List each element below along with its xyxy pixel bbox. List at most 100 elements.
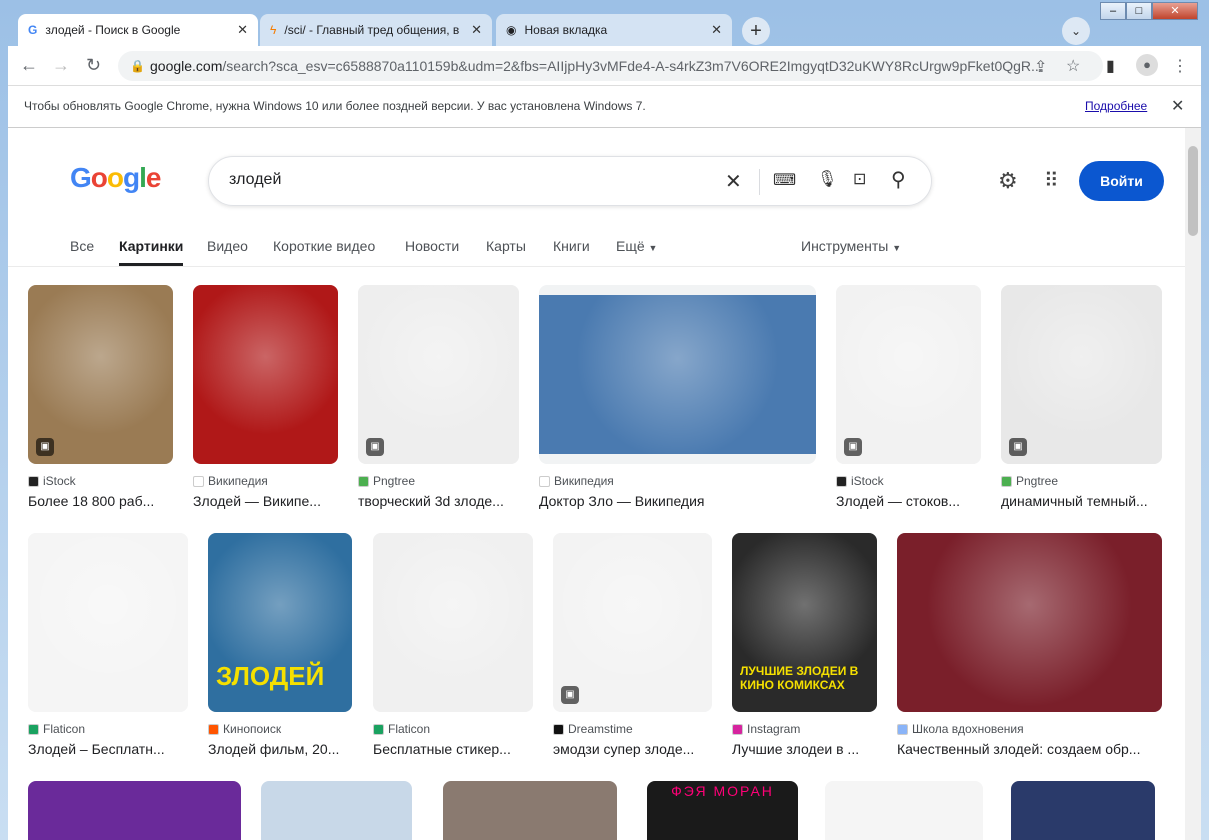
side-panel-icon[interactable]: ▮ (1106, 56, 1115, 76)
thumbnail[interactable] (193, 285, 338, 464)
image-result[interactable]: ▣ Dreamstime эмодзи супер злоде... (553, 533, 712, 757)
chrome-icon: ◉ (506, 23, 517, 37)
result-title[interactable]: Злодей – Бесплатн... (28, 741, 188, 757)
clear-icon[interactable]: ✕ (725, 169, 742, 194)
image-result[interactable]: ФЭЯ МОРАН (647, 781, 798, 840)
image-result[interactable]: ▣ iStock Злодей — стоков... (836, 285, 981, 509)
tab-google[interactable]: G злодей - Поиск в Google ✕ (18, 14, 258, 46)
close-tab-icon[interactable]: ✕ (237, 22, 248, 38)
thumbnail[interactable]: ▣ (28, 285, 173, 464)
google-logo[interactable]: Google (70, 162, 161, 194)
reload-button[interactable]: ↻ (86, 55, 101, 76)
result-title[interactable]: эмодзи супер злоде... (553, 741, 712, 757)
result-title[interactable]: творческий 3d злоде... (358, 493, 519, 509)
scrollbar[interactable] (1185, 128, 1201, 840)
tab-shorts[interactable]: Короткие видео (273, 238, 375, 254)
thumbnail[interactable]: ▣ (836, 285, 981, 464)
image-result[interactable]: Flaticon Злодей – Бесплатн... (28, 533, 188, 757)
settings-gear-icon[interactable]: ⚙ (998, 168, 1018, 194)
scrollbar-thumb[interactable] (1188, 146, 1198, 236)
back-button[interactable]: ← (20, 55, 38, 76)
lightning-icon: ϟ (270, 23, 277, 37)
tab-video[interactable]: Видео (207, 238, 248, 254)
tab-more[interactable]: Ещё ▼ (616, 238, 657, 254)
image-result[interactable] (261, 781, 412, 840)
profile-avatar[interactable]: ● (1136, 54, 1158, 76)
thumbnail[interactable] (897, 533, 1162, 712)
forward-button[interactable]: → (52, 55, 70, 76)
thumbnail-image (358, 285, 519, 464)
result-title[interactable]: Злодей — стоков... (836, 493, 981, 509)
tab-search-button[interactable]: ⌄ (1062, 17, 1090, 45)
thumbnail-image (1001, 285, 1162, 464)
close-tab-icon[interactable]: ✕ (711, 22, 722, 38)
thumbnail-image (193, 285, 338, 464)
image-result[interactable]: ▣ Pngtree динамичный темный... (1001, 285, 1162, 509)
dropdown-arrow-icon: ▼ (648, 243, 658, 253)
image-result[interactable] (443, 781, 617, 840)
tab-new[interactable]: ◉ Новая вкладка ✕ (496, 14, 732, 46)
lens-icon[interactable]: ⊡ (853, 169, 866, 189)
result-title[interactable]: Более 18 800 раб... (28, 493, 173, 509)
address-bar[interactable]: 🔒 google.com/search?sca_esv=c6588870a110… (118, 51, 1103, 81)
thumbnail-image (28, 533, 188, 712)
tab-maps[interactable]: Карты (486, 238, 526, 254)
new-tab-button[interactable]: + (742, 17, 770, 45)
image-result[interactable]: ▣ iStock Более 18 800 раб... (28, 285, 173, 509)
image-result[interactable] (825, 781, 983, 840)
result-title[interactable]: Злодей фильм, 20... (208, 741, 352, 757)
tools-button[interactable]: Инструменты ▼ (801, 238, 901, 254)
thumbnail[interactable]: ▣ (358, 285, 519, 464)
result-title[interactable]: Качественный злодей: создаем обр... (897, 741, 1162, 757)
microphone-icon[interactable]: 🎙 (817, 169, 837, 189)
source-favicon (553, 723, 564, 735)
minimize-button[interactable]: – (1100, 2, 1126, 20)
menu-icon[interactable]: ⋮ (1172, 56, 1188, 76)
image-result[interactable]: Википедия Доктор Зло — Википедия (539, 285, 816, 509)
tab-sci[interactable]: ϟ /sci/ - Главный тред общения, в ✕ (260, 14, 492, 46)
tab-books[interactable]: Книги (553, 238, 590, 254)
source-favicon (358, 475, 369, 487)
image-icon: ▣ (1009, 438, 1027, 456)
search-icon[interactable]: ⚲ (891, 167, 906, 192)
learn-more-link[interactable]: Подробнее (1085, 99, 1147, 113)
thumbnail[interactable]: ЛУЧШИЕ ЗЛОДЕИ В КИНО КОМИКСАХ (732, 533, 877, 712)
keyboard-icon[interactable]: ⌨ (773, 170, 796, 190)
tab-images[interactable]: Картинки (119, 238, 184, 266)
thumbnail[interactable]: ▣ (553, 533, 712, 712)
tab-news[interactable]: Новости (405, 238, 459, 254)
image-result[interactable]: Школа вдохновения Качественный злодей: с… (897, 533, 1162, 757)
signin-button[interactable]: Войти (1079, 161, 1164, 201)
image-result[interactable]: Flaticon Бесплатные стикер... (373, 533, 533, 757)
result-title[interactable]: динамичный темный... (1001, 493, 1162, 509)
source-favicon (193, 475, 204, 487)
image-result[interactable] (1011, 781, 1155, 840)
close-infobar-icon[interactable]: ✕ (1171, 96, 1184, 116)
source-favicon (1001, 475, 1012, 487)
share-icon[interactable]: ⇪ (1034, 57, 1047, 77)
bookmark-star-icon[interactable]: ☆ (1066, 56, 1080, 76)
search-input[interactable]: злодей (229, 171, 281, 189)
thumbnail[interactable]: ▣ (1001, 285, 1162, 464)
result-title[interactable]: Злодей — Википе... (193, 493, 338, 509)
image-result[interactable]: ▣ Pngtree творческий 3d злоде... (358, 285, 519, 509)
maximize-button[interactable]: □ (1126, 2, 1152, 20)
image-result[interactable]: ЗЛОДЕЙ Кинопоиск Злодей фильм, 20... (208, 533, 352, 757)
thumbnail[interactable]: ЗЛОДЕЙ (208, 533, 352, 712)
close-window-button[interactable]: ✕ (1152, 2, 1198, 20)
search-box[interactable]: злодей ✕ ⌨ 🎙 ⊡ ⚲ (208, 156, 932, 206)
result-title[interactable]: Бесплатные стикер... (373, 741, 533, 757)
thumbnail-image (373, 533, 533, 712)
thumbnail[interactable] (28, 533, 188, 712)
result-title[interactable]: Доктор Зло — Википедия (539, 493, 816, 509)
image-result[interactable]: ЛУЧШИЕ ЗЛОДЕИ В КИНО КОМИКСАХ Instagram … (732, 533, 877, 757)
tab-all[interactable]: Все (70, 238, 94, 254)
thumbnail[interactable] (539, 285, 816, 464)
result-title[interactable]: Лучшие злодеи в ... (732, 741, 877, 757)
apps-grid-icon[interactable]: ⠿ (1044, 168, 1059, 193)
image-result[interactable]: Википедия Злодей — Википе... (193, 285, 338, 509)
lock-icon: 🔒 (130, 59, 145, 73)
thumbnail[interactable] (373, 533, 533, 712)
close-tab-icon[interactable]: ✕ (471, 22, 482, 38)
image-result[interactable] (28, 781, 241, 840)
